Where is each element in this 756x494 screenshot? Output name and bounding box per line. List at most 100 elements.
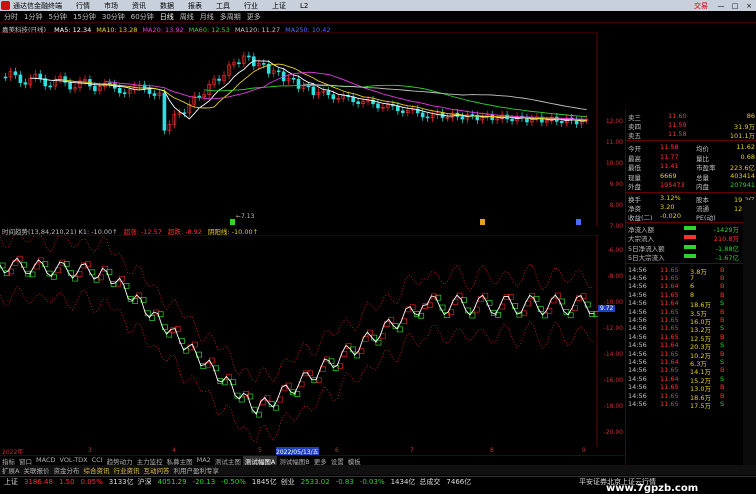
lower-band <box>0 285 594 443</box>
indicator-tab[interactable]: MACD <box>34 456 57 465</box>
period-button[interactable]: 15分钟 <box>71 12 98 22</box>
tick-row: 14:5611.653.8万B5 <box>626 266 756 276</box>
extension-tab[interactable]: 综合资讯 <box>81 465 111 475</box>
index-value: 0.05% <box>80 478 103 486</box>
indicator-chart[interactable] <box>0 235 598 447</box>
stat-label: 均价 <box>696 145 709 153</box>
menu-item[interactable]: 行情 <box>76 2 90 10</box>
menu-item[interactable]: L2 <box>300 2 308 10</box>
tick-price: 11.64 <box>660 357 679 366</box>
ma-line <box>204 84 587 118</box>
period-toolbar: 分时 1分钟 5分钟 15分钟 30分钟 60分钟 日线 周线 月线 多周期 更多 <box>0 11 756 23</box>
menu-item[interactable]: 资讯 <box>132 2 146 10</box>
stat-label: 现量 <box>628 173 641 182</box>
signal-marker <box>480 219 485 225</box>
period-button[interactable]: 30分钟 <box>100 12 127 22</box>
maximize-button[interactable]: □ <box>728 2 742 10</box>
menu-item[interactable]: 报表 <box>188 2 202 10</box>
candle-body <box>247 55 251 58</box>
extension-tab[interactable]: 扩展A <box>0 465 21 475</box>
menu-item[interactable]: 行业 <box>244 2 258 10</box>
tick-volume: 17.5万 <box>690 401 711 410</box>
menu-item[interactable]: 上证 <box>272 2 286 10</box>
flow-row: 5日净流入额-1.88亿-5% <box>626 243 756 253</box>
tick-time: 14:56 <box>628 315 647 324</box>
extension-tab[interactable]: 关联报价 <box>21 465 51 475</box>
trade-menu[interactable]: 交易 <box>694 1 708 11</box>
minimize-button[interactable]: — <box>714 2 728 10</box>
flow-value: -1.67亿 <box>715 254 739 262</box>
period-button[interactable]: 1分钟 <box>22 12 44 22</box>
indicator-tab[interactable]: 测试幅图B <box>277 456 311 466</box>
menu-item[interactable]: 工具 <box>216 2 230 10</box>
period-button[interactable]: 日线 <box>158 12 176 22</box>
tick-row: 14:5611.6418.6万S7 <box>626 299 756 309</box>
index-name[interactable]: 上证 <box>4 477 18 487</box>
tick-time: 14:56 <box>628 332 647 341</box>
flow-bar <box>684 244 696 249</box>
stat-label: PE(动) <box>696 213 716 222</box>
extension-tab[interactable]: 互动问答 <box>141 465 171 475</box>
extension-tab[interactable]: 资金分布 <box>51 465 81 475</box>
indicator-tab[interactable]: 私募主图 <box>165 456 195 466</box>
candlestick-chart[interactable]: ←7.13 <box>0 32 598 227</box>
candle-body <box>237 62 241 64</box>
price-tick: 10.00 <box>605 160 623 167</box>
extension-tab[interactable]: 行业资讯 <box>111 465 141 475</box>
period-button[interactable]: 月线 <box>198 12 216 22</box>
indicator-tab[interactable]: 趋势动力 <box>105 456 135 466</box>
flow-label: 5日大宗流入 <box>628 254 665 262</box>
indicator-tick: -8.00 <box>607 273 623 280</box>
sell-price: 11.58 <box>668 130 687 138</box>
period-button[interactable]: 多周期 <box>218 12 243 22</box>
period-button[interactable]: 60分钟 <box>129 12 156 22</box>
extension-tabs: 扩展A 关联报价 资金分布 综合资讯 行业资讯 互动问答 利用户盈利专享 <box>0 465 756 475</box>
period-button[interactable]: 5分钟 <box>46 12 68 22</box>
candle-body <box>48 85 52 88</box>
flow-value: 210.8万 <box>713 235 739 243</box>
indicator-tab[interactable]: 测试主图 <box>213 456 243 466</box>
tick-time: 14:56 <box>628 273 647 282</box>
indicator-tab[interactable]: 设置 <box>329 456 346 466</box>
tick-direction: B <box>720 290 725 299</box>
tick-time: 14:56 <box>628 349 647 358</box>
tick-direction: S <box>720 374 725 383</box>
candle-body <box>122 92 127 95</box>
candle-body <box>376 103 380 109</box>
scrollbar[interactable] <box>743 200 756 465</box>
candle-body <box>13 71 18 76</box>
tick-row: 14:5611.6420.3万S7 <box>626 341 756 351</box>
index-value: 3186.48 <box>24 478 53 486</box>
indicator-tab[interactable]: 测试幅图A <box>242 456 278 466</box>
indicator-tab[interactable]: 指标 <box>0 456 17 466</box>
index-name[interactable]: 创业 <box>281 477 295 487</box>
indicator-tab[interactable]: CCI <box>90 456 105 465</box>
indicator-tab[interactable]: 更多 <box>312 456 329 466</box>
candle-body <box>331 94 336 100</box>
index-name[interactable]: 总成交 <box>419 477 440 487</box>
tick-direction: B <box>720 273 725 282</box>
indicator-tab[interactable]: MA2 <box>195 456 213 465</box>
indicator-tab[interactable]: 模板 <box>346 456 363 466</box>
index-name[interactable]: 沪深 <box>138 477 152 487</box>
stat-row: 现量 6669 总量 403414 <box>626 172 756 182</box>
stat-label: 市盈率 <box>696 164 716 172</box>
candle-body <box>490 114 495 121</box>
period-button[interactable]: 周线 <box>178 12 196 22</box>
tick-volume: 7 <box>690 273 695 282</box>
tick-price: 11.65 <box>660 391 679 400</box>
stat-value: 0.68 <box>740 152 755 161</box>
menu-item[interactable]: 市场 <box>104 2 118 10</box>
close-button[interactable]: × <box>742 2 756 10</box>
indicator-tab[interactable]: 主力监控 <box>135 456 165 466</box>
period-button[interactable]: 分时 <box>2 12 20 22</box>
menu-item[interactable]: 数据 <box>160 2 174 10</box>
price-tick: 12.00 <box>605 118 623 125</box>
extension-tab[interactable]: 利用户盈利专享 <box>171 465 221 475</box>
indicator-tab[interactable]: VOL-TDX <box>57 456 89 465</box>
tick-row: 14:5611.6516.0万B7 <box>626 315 756 326</box>
tick-row: 14:5611.6512.5万B11 <box>626 332 756 343</box>
indicator-tab[interactable]: 窗口 <box>17 456 34 466</box>
ma-line <box>30 60 587 122</box>
period-button[interactable]: 更多 <box>245 12 263 22</box>
